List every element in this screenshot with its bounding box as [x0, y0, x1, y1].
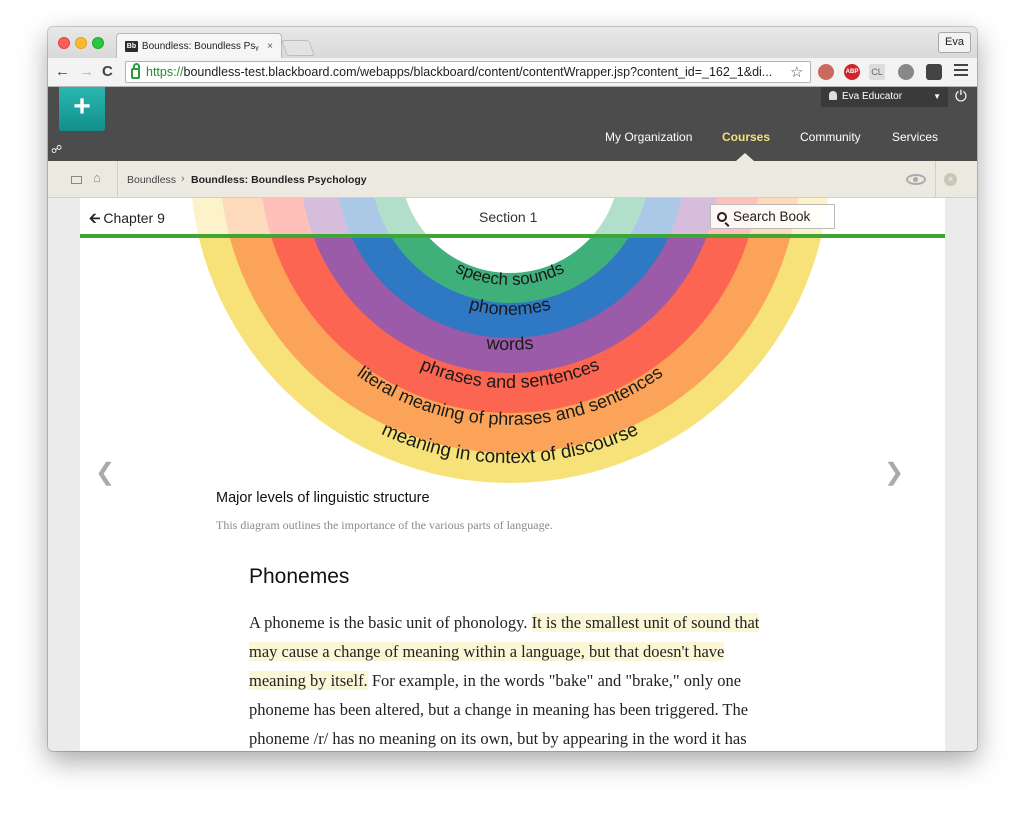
back-icon[interactable]: ← [55, 62, 70, 82]
back-to-chapter-link[interactable]: 🡨 Chapter 9 [89, 208, 165, 232]
lock-icon [131, 63, 140, 79]
user-menu-button[interactable]: Eva Educator ▼ [821, 87, 948, 107]
search-book-button[interactable]: Search Book [710, 204, 835, 229]
breadcrumb: ⌂ Boundless › Boundless: Boundless Psych… [48, 161, 977, 198]
link-icon[interactable]: ☍ [51, 143, 62, 156]
extension-icon[interactable] [898, 64, 914, 80]
search-icon [717, 212, 727, 222]
progress-line [80, 234, 945, 238]
course-menu-icon[interactable] [71, 176, 82, 184]
section-title: Section 1 [479, 209, 538, 225]
close-circle-icon[interactable]: × [944, 173, 957, 186]
close-window-button[interactable] [58, 37, 70, 49]
minimize-window-button[interactable] [75, 37, 87, 49]
profile-button[interactable]: Eva [938, 32, 971, 53]
nav-services[interactable]: Services [892, 130, 938, 144]
home-icon[interactable]: ⌂ [93, 170, 101, 185]
nav-community[interactable]: Community [800, 130, 861, 144]
reload-icon[interactable]: C [102, 62, 113, 82]
url-text: https://boundless-test.blackboard.com/we… [146, 65, 773, 79]
book-page: meaning in context of discourse literal m… [80, 198, 945, 751]
browser-menu-icon[interactable] [954, 64, 968, 79]
address-bar[interactable]: https://boundless-test.blackboard.com/we… [125, 61, 811, 83]
extension-icon[interactable] [818, 64, 834, 80]
tab-strip: Bb Boundless: Boundless Psᵧ × Eva [48, 27, 977, 59]
linguistic-structure-diagram: meaning in context of discourseliteral m… [80, 198, 945, 483]
nav-my-organization[interactable]: My Organization [605, 130, 692, 144]
breadcrumb-boundless[interactable]: Boundless [127, 174, 176, 186]
forward-icon[interactable]: → [79, 62, 94, 82]
breadcrumb-current: Boundless: Boundless Psychology [191, 174, 367, 186]
zoom-window-button[interactable] [92, 37, 104, 49]
adblock-icon[interactable]: ABP [844, 64, 860, 80]
arrow-left-icon: 🡨 [89, 210, 101, 226]
blackboard-logo[interactable]: + [59, 87, 105, 131]
previous-figure-chevron-icon[interactable]: ❮ [95, 458, 115, 487]
nav-courses[interactable]: Courses [722, 130, 770, 144]
tab-title: Boundless: Boundless Psᵧ [141, 41, 259, 52]
active-nav-pointer [736, 153, 754, 161]
blackboard-header: + ☍ Eva Educator ▼ ⏻ My Organization Cou… [48, 87, 977, 161]
student-preview-eye-icon[interactable] [906, 174, 926, 185]
browser-tab[interactable]: Bb Boundless: Boundless Psᵧ × [116, 33, 282, 59]
browser-window: Bb Boundless: Boundless Psᵧ × Eva ← → C … [48, 27, 977, 751]
bookmark-star-icon[interactable]: ☆ [790, 63, 803, 81]
figure-caption: This diagram outlines the importance of … [216, 518, 553, 532]
cl-extension-icon[interactable]: CL [869, 64, 885, 80]
article-paragraph: A phoneme is the basic unit of phonology… [249, 613, 760, 748]
browser-toolbar: ← → C https://boundless-test.blackboard.… [48, 58, 977, 87]
diagram-ring-label: words [485, 333, 535, 355]
new-tab-button[interactable] [281, 40, 315, 56]
figure-title: Major levels of linguistic structure [216, 490, 430, 506]
user-name: Eva Educator [842, 91, 903, 102]
chevron-down-icon: ▼ [933, 92, 941, 101]
breadcrumb-separator: › [181, 173, 185, 185]
logout-power-icon[interactable]: ⏻ [955, 88, 967, 105]
user-icon [829, 91, 837, 100]
next-figure-chevron-icon[interactable]: ❯ [884, 458, 904, 487]
book-toolbar: 🡨 Chapter 9 Section 1 Search Book [80, 198, 945, 238]
tab-close-icon[interactable]: × [267, 41, 273, 52]
extension-icon[interactable] [926, 64, 942, 80]
section-heading: Phonemes [249, 565, 350, 588]
favicon-icon: Bb [125, 41, 138, 52]
